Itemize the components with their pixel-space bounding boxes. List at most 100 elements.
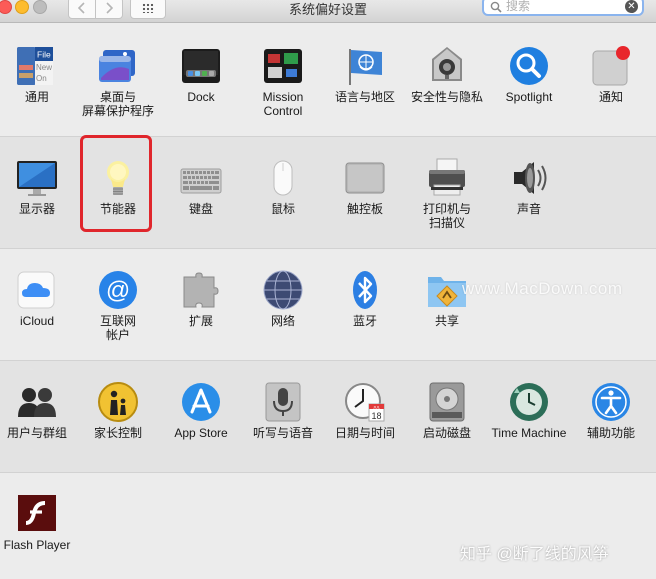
general-file-text: File bbox=[37, 50, 51, 60]
pref-bluetooth[interactable]: 蓝牙 bbox=[323, 269, 407, 328]
pref-label: 网络 bbox=[270, 314, 295, 328]
icloud-icon bbox=[16, 269, 58, 311]
bluetooth-icon bbox=[344, 269, 386, 311]
pref-label: 打印机与 扫描仪 bbox=[422, 202, 471, 230]
internet-accounts-icon: @ bbox=[97, 269, 139, 311]
pref-label: 家长控制 bbox=[93, 426, 142, 440]
pref-label: Dock bbox=[187, 90, 215, 104]
pref-internet-accounts[interactable]: @ 互联网 帐户 bbox=[76, 269, 160, 342]
pref-label: 鼠标 bbox=[270, 202, 295, 216]
pref-flash-player[interactable]: Flash Player bbox=[0, 493, 79, 552]
pref-label: 用户与群组 bbox=[6, 426, 67, 440]
pref-label: 互联网 帐户 bbox=[99, 314, 136, 342]
pref-label: Mission Control bbox=[262, 90, 304, 118]
extensions-icon bbox=[180, 269, 222, 311]
search-icon bbox=[490, 1, 502, 13]
printers-scanners-icon bbox=[426, 157, 468, 199]
clear-search-button[interactable]: ✕ bbox=[625, 0, 638, 13]
pref-label: 共享 bbox=[434, 314, 459, 328]
security-privacy-icon bbox=[426, 45, 468, 87]
mouse-icon bbox=[262, 157, 304, 199]
trackpad-icon bbox=[344, 157, 386, 199]
pref-label: 桌面与 屏幕保护程序 bbox=[81, 90, 154, 118]
pref-time-machine[interactable]: Time Machine bbox=[487, 381, 571, 440]
date-month-text: JUL bbox=[373, 404, 381, 409]
pref-parental-controls[interactable]: 家长控制 bbox=[76, 381, 160, 440]
pref-dictation-speech[interactable]: 听写与语音 bbox=[241, 381, 325, 440]
pref-general[interactable]: File New On 通用 bbox=[0, 45, 79, 104]
svg-text:@: @ bbox=[106, 277, 130, 304]
pref-startup-disk[interactable]: 启动磁盘 bbox=[405, 381, 489, 440]
watermark-text: www.MacDown.com bbox=[462, 279, 623, 298]
pref-label: 听写与语音 bbox=[252, 426, 313, 440]
pref-printers-scanners[interactable]: 打印机与 扫描仪 bbox=[405, 157, 489, 230]
general-on-text: On bbox=[36, 74, 47, 83]
language-region-icon bbox=[344, 45, 386, 87]
sound-icon bbox=[508, 157, 550, 199]
pref-language-region[interactable]: 语言与地区 bbox=[323, 45, 407, 104]
pref-label: Spotlight bbox=[505, 90, 553, 104]
spotlight-icon bbox=[508, 45, 550, 87]
pref-label: 扩展 bbox=[188, 314, 213, 328]
pref-extensions[interactable]: 扩展 bbox=[159, 269, 243, 328]
pref-security-privacy[interactable]: 安全性与隐私 bbox=[405, 45, 489, 104]
pref-mission-control[interactable]: Mission Control bbox=[241, 45, 325, 118]
section-divider bbox=[0, 248, 656, 249]
pref-users-groups[interactable]: 用户与群组 bbox=[0, 381, 79, 440]
pref-sound[interactable]: 声音 bbox=[487, 157, 571, 216]
general-new-text: New bbox=[36, 63, 52, 72]
displays-icon bbox=[16, 157, 58, 199]
section-divider bbox=[0, 360, 656, 361]
app-store-icon bbox=[180, 381, 222, 423]
pref-label: 启动磁盘 bbox=[422, 426, 471, 440]
time-machine-icon bbox=[508, 381, 550, 423]
date-day-text: 18 bbox=[371, 411, 381, 421]
general-icon: File New On bbox=[16, 45, 58, 87]
pref-app-store[interactable]: App Store bbox=[159, 381, 243, 440]
startup-disk-icon bbox=[426, 381, 468, 423]
pref-label: 语言与地区 bbox=[334, 90, 395, 104]
flash-player-icon bbox=[16, 493, 58, 535]
selection-highlight bbox=[80, 135, 152, 232]
pref-label: Time Machine bbox=[491, 426, 567, 440]
pref-notifications[interactable]: 通知 bbox=[569, 45, 653, 104]
title-bar: 系统偏好设置 ✕ bbox=[0, 0, 656, 23]
pref-label: 日期与时间 bbox=[334, 426, 395, 440]
pref-label: Flash Player bbox=[3, 538, 71, 552]
pref-icloud[interactable]: iCloud bbox=[0, 269, 79, 328]
accessibility-icon bbox=[590, 381, 632, 423]
section-divider bbox=[0, 472, 656, 473]
pref-dock[interactable]: Dock bbox=[159, 45, 243, 104]
pref-label: 安全性与隐私 bbox=[410, 90, 483, 104]
users-groups-icon bbox=[16, 381, 58, 423]
notifications-icon bbox=[590, 45, 632, 87]
pref-network[interactable]: 网络 bbox=[241, 269, 325, 328]
pref-label: 蓝牙 bbox=[352, 314, 377, 328]
date-time-icon: JUL 18 bbox=[344, 381, 386, 423]
search-field[interactable]: ✕ bbox=[482, 0, 644, 16]
pref-trackpad[interactable]: 触控板 bbox=[323, 157, 407, 216]
pref-label: 触控板 bbox=[346, 202, 383, 216]
pref-desktop-screensaver[interactable]: 桌面与 屏幕保护程序 bbox=[76, 45, 160, 118]
desktop-screensaver-icon bbox=[97, 45, 139, 87]
pref-spotlight[interactable]: Spotlight bbox=[487, 45, 571, 104]
pref-keyboard[interactable]: 键盘 bbox=[159, 157, 243, 216]
pref-label: 辅助功能 bbox=[586, 426, 635, 440]
pref-mouse[interactable]: 鼠标 bbox=[241, 157, 325, 216]
pref-label: 通知 bbox=[598, 90, 623, 104]
pref-label: 通用 bbox=[24, 90, 49, 104]
parental-controls-icon bbox=[97, 381, 139, 423]
dictation-speech-icon bbox=[262, 381, 304, 423]
pref-label: iCloud bbox=[19, 314, 55, 328]
pref-displays[interactable]: 显示器 bbox=[0, 157, 79, 216]
pref-label: 显示器 bbox=[18, 202, 55, 216]
search-input[interactable] bbox=[506, 0, 616, 14]
credit-text: 知乎 @断了线的风筝 bbox=[460, 546, 609, 563]
pref-accessibility[interactable]: 辅助功能 bbox=[569, 381, 653, 440]
pref-label: 声音 bbox=[516, 202, 541, 216]
pref-label: App Store bbox=[174, 426, 228, 440]
dock-icon bbox=[180, 45, 222, 87]
keyboard-icon bbox=[180, 157, 222, 199]
pref-date-time[interactable]: JUL 18 日期与时间 bbox=[323, 381, 407, 440]
pref-label: 键盘 bbox=[188, 202, 213, 216]
